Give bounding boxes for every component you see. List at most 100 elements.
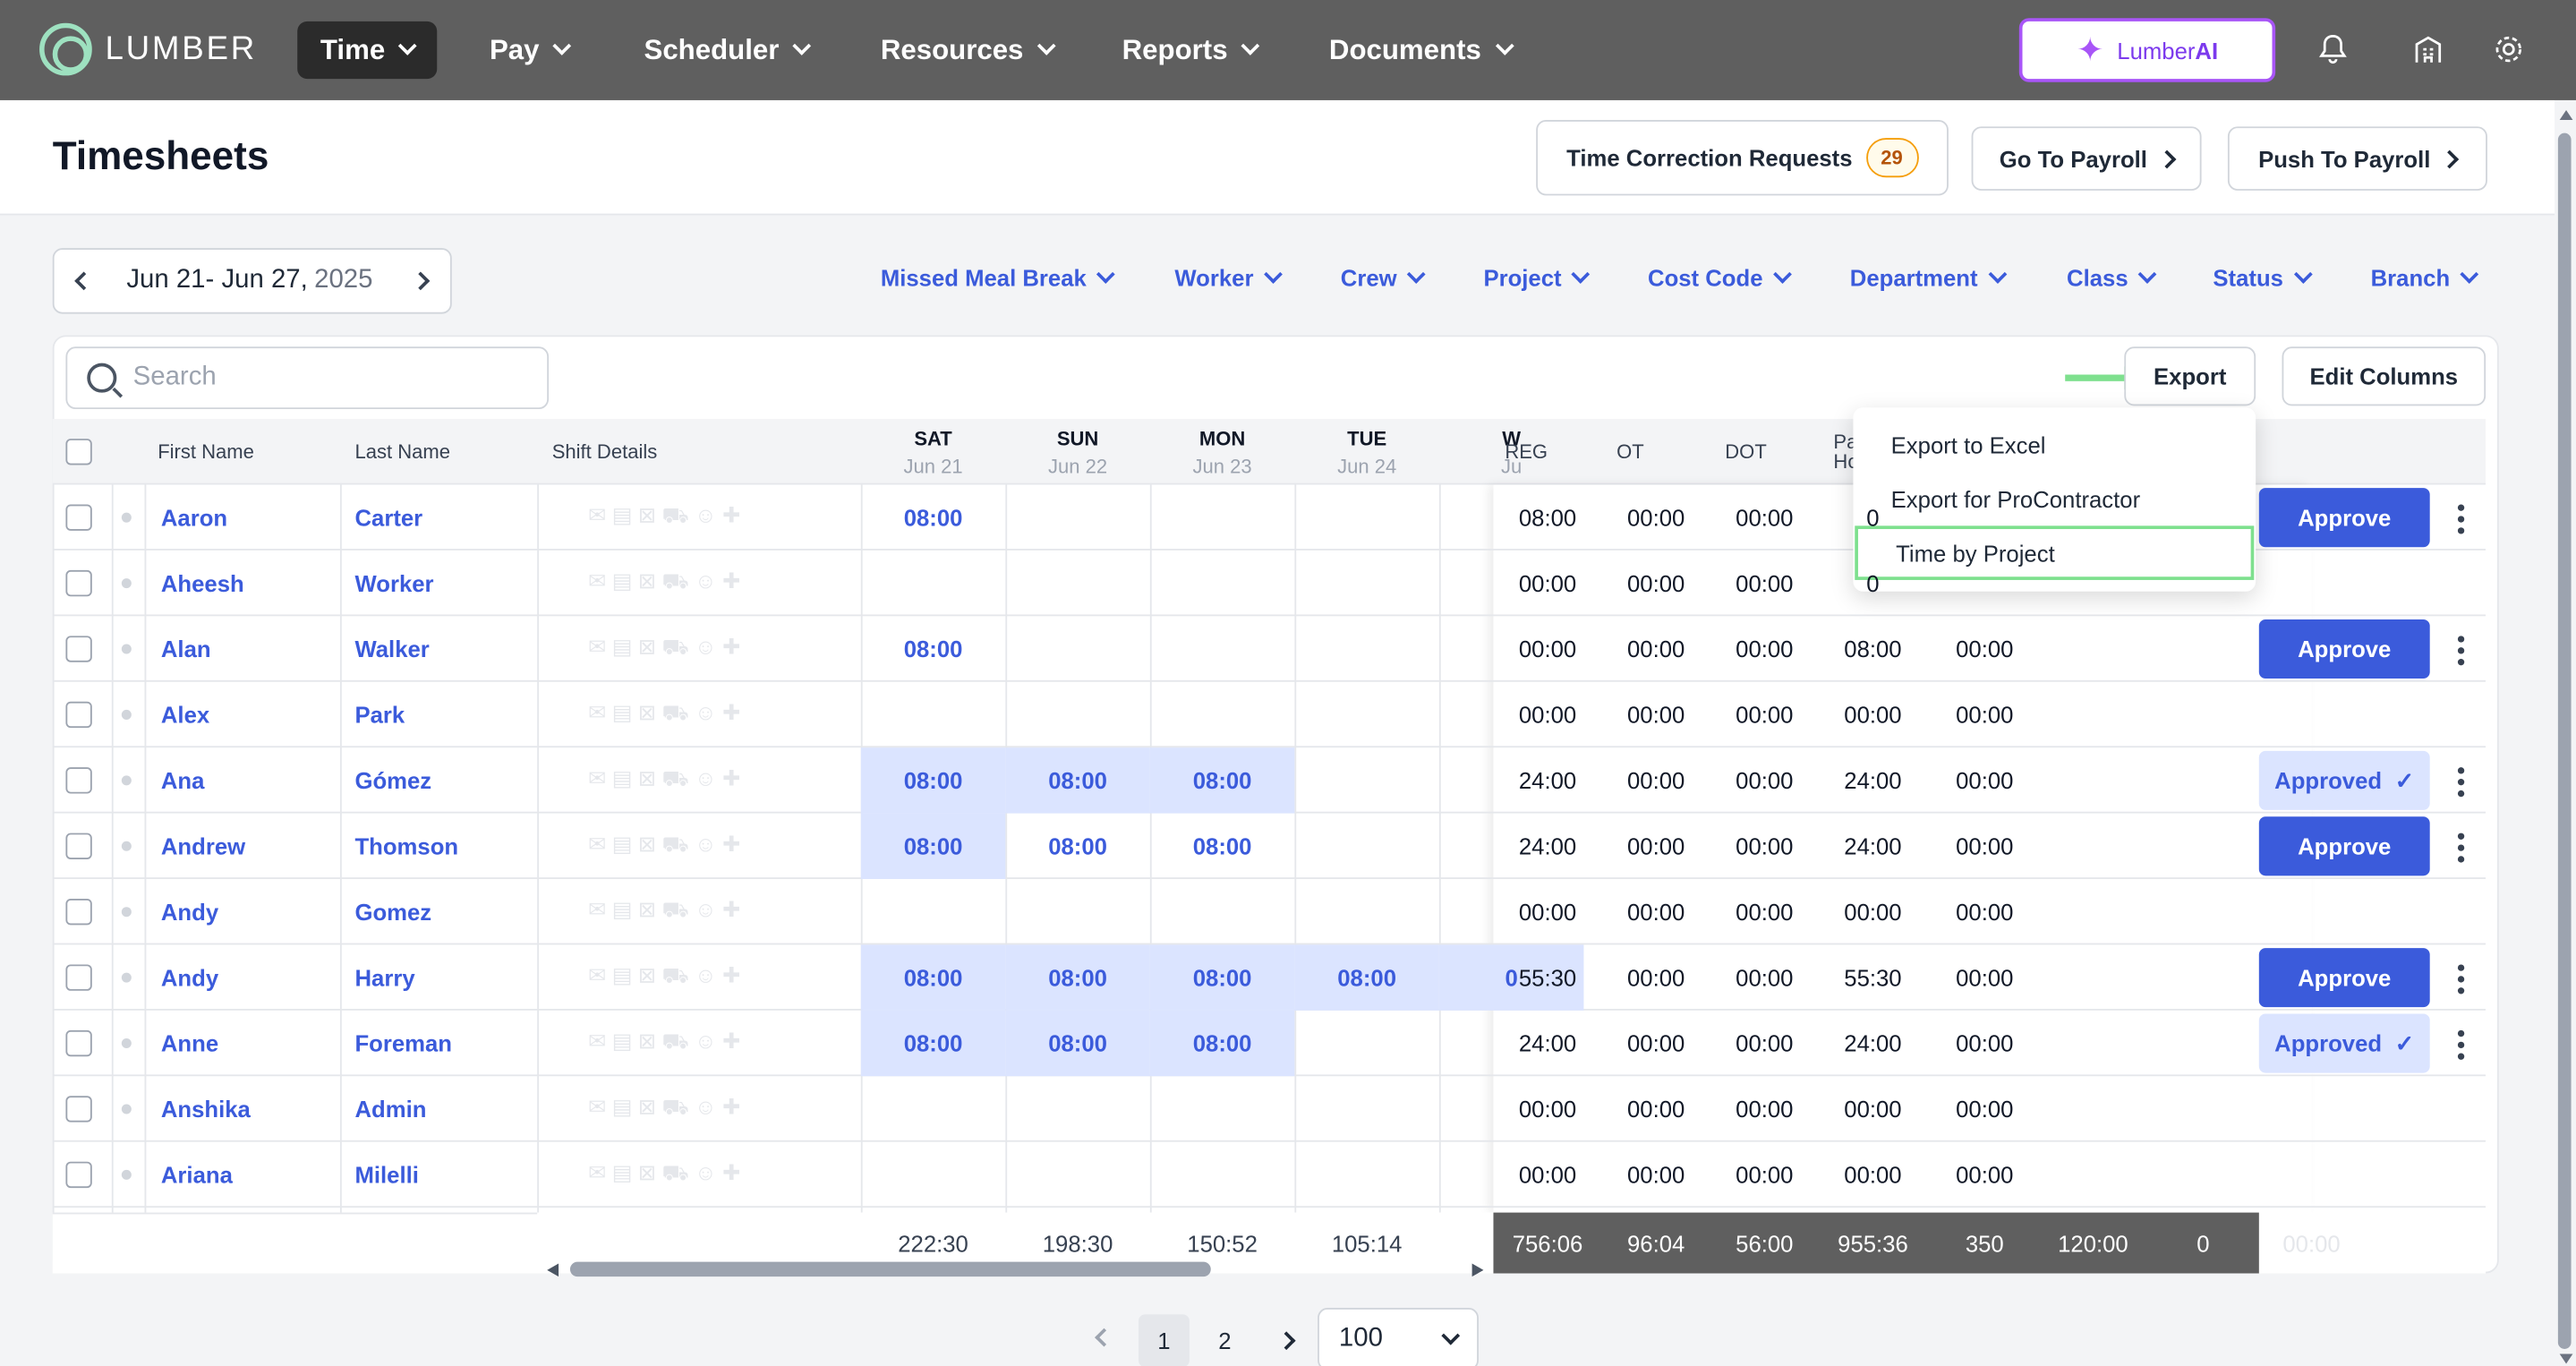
gear-icon[interactable] [2492, 33, 2525, 66]
day-cell[interactable] [1294, 747, 1439, 813]
row-checkbox[interactable] [65, 832, 92, 859]
filter-department[interactable]: Department [1850, 260, 2007, 295]
day-cell[interactable] [1005, 616, 1150, 681]
row-checkbox[interactable] [65, 1096, 92, 1123]
checkbox[interactable] [65, 439, 92, 465]
lumber-ai-button[interactable]: ✦ LumberAI [2018, 18, 2276, 82]
day-cell[interactable] [861, 1142, 1006, 1208]
last-name[interactable]: Walker [354, 616, 429, 681]
day-cell[interactable] [1005, 1076, 1150, 1141]
day-cell[interactable] [861, 551, 1006, 616]
nav-scheduler[interactable]: Scheduler [621, 21, 832, 79]
filter-project[interactable]: Project [1483, 260, 1591, 295]
day-cell[interactable] [1005, 879, 1150, 944]
day-cell[interactable] [1150, 1142, 1295, 1208]
row-checkbox[interactable] [65, 1029, 92, 1057]
day-cell[interactable]: 08:00 [1149, 944, 1295, 1011]
export-to-excel-item[interactable]: Export to Excel [1853, 417, 2256, 472]
first-name[interactable]: Ariana [161, 1142, 233, 1208]
last-name[interactable]: Park [354, 682, 405, 747]
last-name[interactable]: Gómez [354, 747, 431, 813]
day-cell[interactable] [1005, 551, 1150, 616]
first-name[interactable]: Ana [161, 747, 205, 813]
lumber-logo[interactable]: LUMBER [39, 22, 257, 76]
approve-button[interactable]: Approve [2258, 488, 2430, 548]
row-checkbox-cell[interactable] [65, 551, 98, 616]
row-checkbox[interactable] [65, 1161, 92, 1189]
day-cell[interactable] [861, 879, 1006, 944]
day-cell[interactable] [1294, 551, 1439, 616]
prev-week-button[interactable] [55, 271, 114, 291]
scroll-right-icon[interactable] [1471, 1263, 1484, 1277]
first-name[interactable]: Alex [161, 682, 209, 747]
day-cell[interactable]: 08:00 [1149, 1010, 1295, 1077]
first-name[interactable]: Anshika [161, 1076, 251, 1141]
time-correction-requests-button[interactable]: Time Correction Requests 29 [1536, 119, 1949, 196]
day-cell[interactable]: 08:00 [861, 484, 1006, 550]
day-cell[interactable] [1294, 1076, 1439, 1141]
last-name[interactable]: Milelli [354, 1142, 418, 1208]
day-cell[interactable]: 08:00 [1005, 944, 1150, 1011]
search-input[interactable]: Search [65, 346, 550, 410]
day-cell[interactable]: 08:00 [860, 944, 1006, 1011]
horizontal-scrollbar[interactable] [547, 1260, 1484, 1277]
day-cell[interactable] [1294, 879, 1439, 944]
row-checkbox-cell[interactable] [65, 1076, 98, 1141]
nav-time[interactable]: Time [297, 21, 438, 80]
day-cell[interactable] [1294, 1142, 1439, 1208]
day-cell[interactable]: 08:00 [860, 1010, 1006, 1077]
nav-documents[interactable]: Documents [1306, 21, 1533, 79]
first-name[interactable]: Andrew [161, 814, 245, 879]
day-cell[interactable]: 08:00 [860, 813, 1006, 879]
day-cell[interactable] [1294, 1011, 1439, 1076]
more-options-icon[interactable] [2457, 832, 2465, 863]
day-cell[interactable]: 08:00 [860, 747, 1006, 814]
day-cell[interactable] [1294, 484, 1439, 550]
filter-cost-code[interactable]: Cost Code [1648, 260, 1792, 295]
day-cell[interactable] [1150, 879, 1295, 944]
last-name[interactable]: Carter [354, 484, 422, 550]
filter-class[interactable]: Class [2067, 260, 2158, 295]
day-cell[interactable]: 08:00 [1294, 944, 1439, 1011]
approve-button[interactable]: Approve [2258, 619, 2430, 679]
nav-reports[interactable]: Reports [1099, 21, 1280, 79]
more-options-icon[interactable] [2457, 1029, 2465, 1060]
nav-pay[interactable]: Pay [466, 21, 592, 79]
row-checkbox[interactable] [65, 964, 92, 991]
scroll-up-icon[interactable] [2559, 109, 2573, 120]
approve-button[interactable]: Approve [2258, 816, 2430, 876]
day-cell[interactable]: 08:00 [1005, 747, 1150, 814]
day-cell[interactable] [1150, 551, 1295, 616]
day-cell[interactable] [1294, 814, 1439, 879]
day-cell[interactable] [861, 1076, 1006, 1141]
more-options-icon[interactable] [2457, 964, 2465, 995]
row-checkbox-cell[interactable] [65, 682, 98, 747]
per-page-select[interactable]: 100 [1318, 1308, 1479, 1366]
day-cell[interactable]: 08:00 [1005, 814, 1150, 879]
select-all-checkbox[interactable] [65, 419, 98, 484]
row-checkbox-cell[interactable] [65, 944, 98, 1010]
last-name[interactable]: Worker [354, 551, 433, 616]
day-cell[interactable] [1005, 682, 1150, 747]
vertical-scroll-thumb[interactable] [2557, 132, 2572, 1349]
more-options-icon[interactable] [2457, 504, 2465, 534]
more-options-icon[interactable] [2457, 767, 2465, 798]
row-checkbox[interactable] [65, 569, 92, 597]
day-cell[interactable] [861, 682, 1006, 747]
day-cell[interactable] [1294, 682, 1439, 747]
row-checkbox-cell[interactable] [65, 814, 98, 879]
filter-worker[interactable]: Worker [1174, 260, 1283, 295]
header-first-name[interactable]: First Name [158, 419, 254, 484]
page-1-button[interactable]: 1 [1139, 1314, 1190, 1366]
row-checkbox[interactable] [65, 767, 92, 794]
first-name[interactable]: Anne [161, 1011, 218, 1076]
row-checkbox[interactable] [65, 504, 92, 531]
day-cell[interactable] [1294, 616, 1439, 681]
last-name[interactable]: Harry [354, 944, 414, 1010]
row-checkbox-cell[interactable] [65, 1011, 98, 1076]
building-icon[interactable] [2412, 33, 2445, 66]
more-options-icon[interactable] [2457, 636, 2465, 666]
next-page-button[interactable] [1270, 1314, 1303, 1366]
row-checkbox-cell[interactable] [65, 484, 98, 550]
vertical-scrollbar[interactable] [2555, 99, 2576, 1366]
